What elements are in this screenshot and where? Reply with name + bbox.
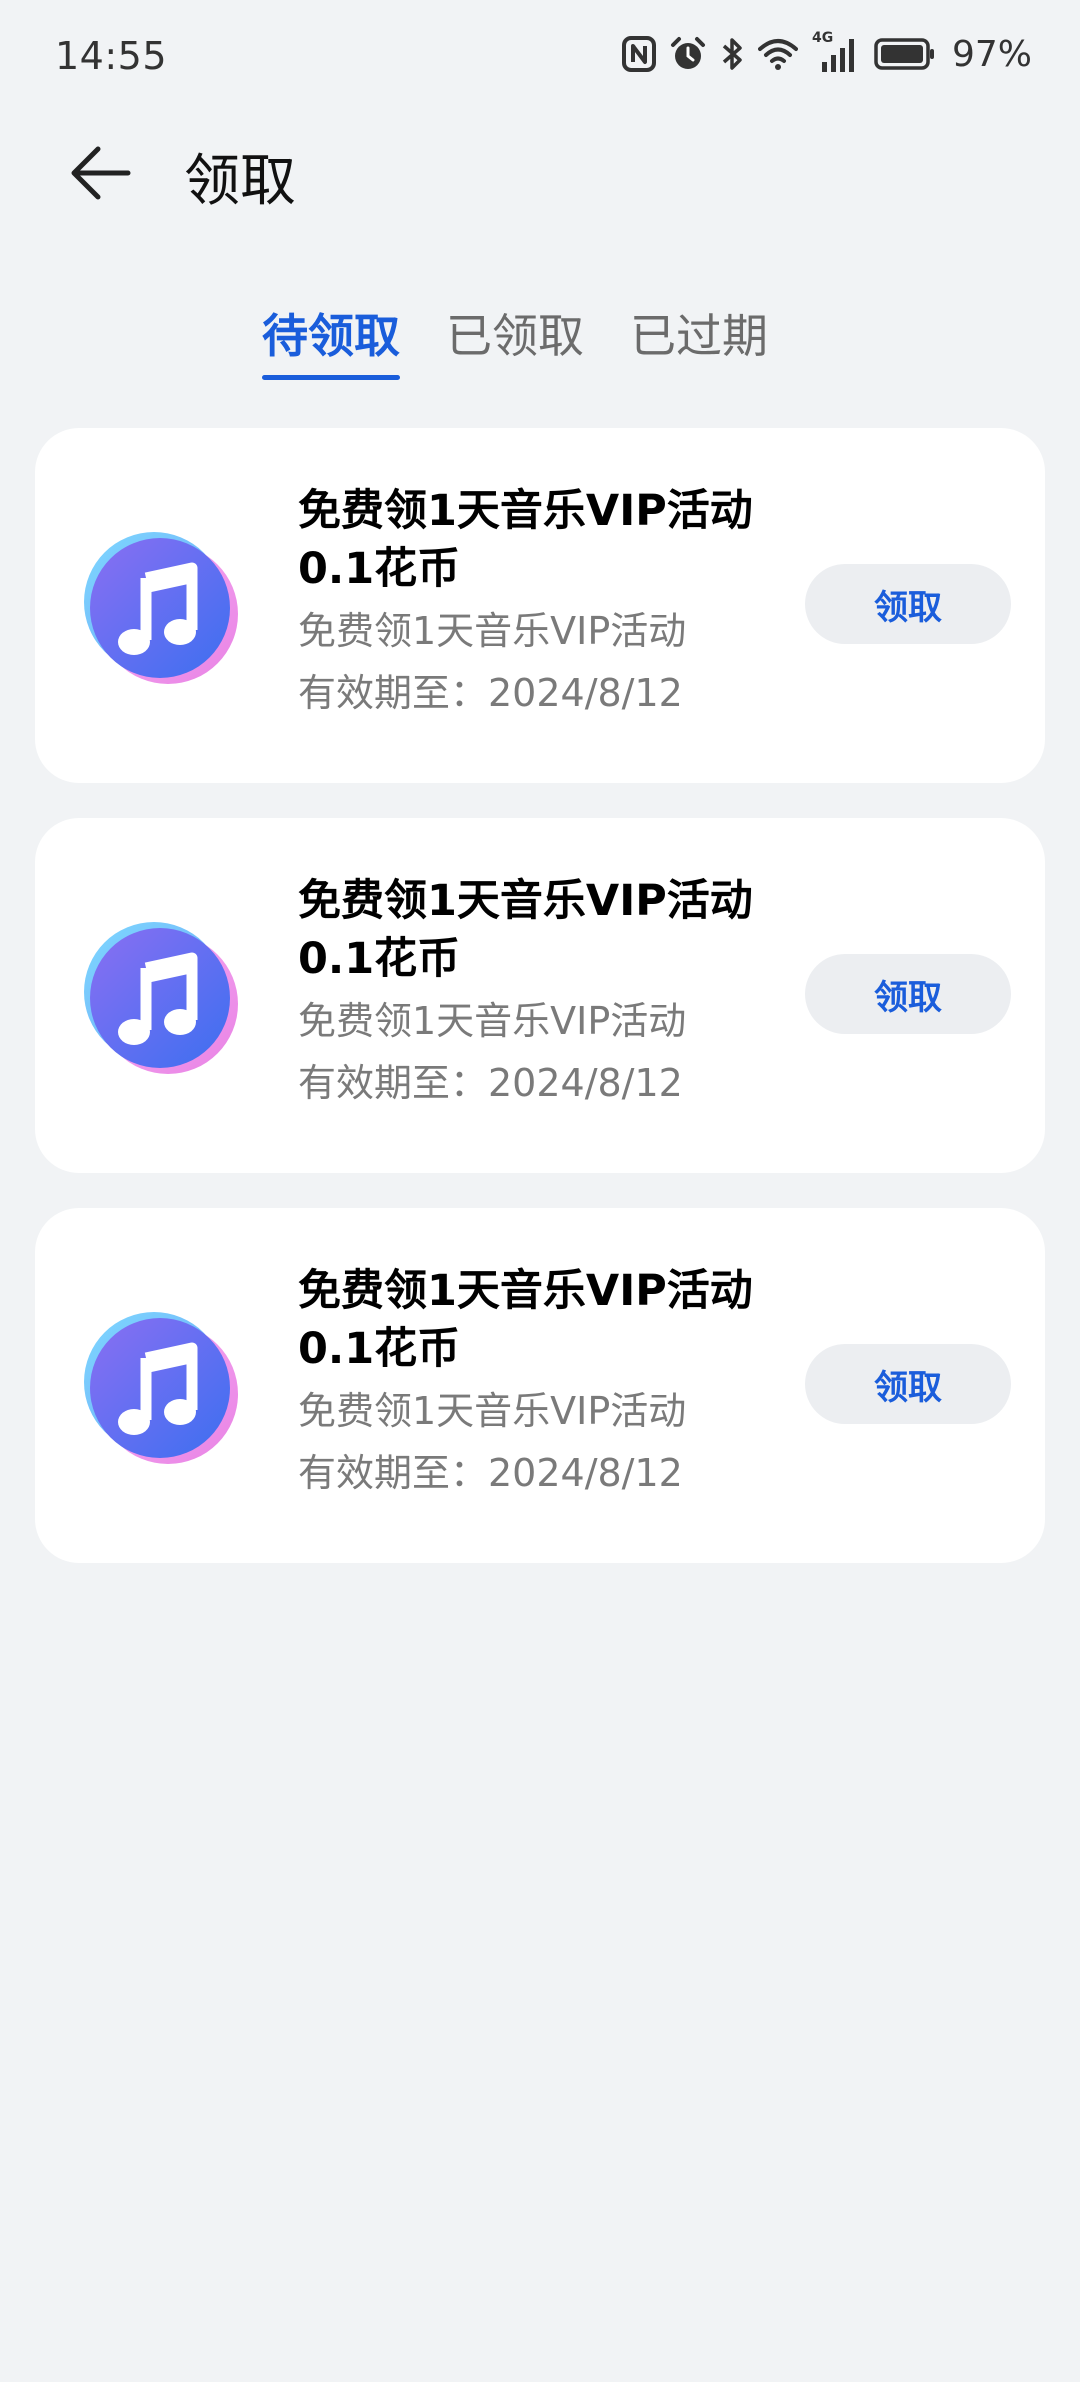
alarm-icon bbox=[670, 36, 706, 72]
nfc-icon bbox=[621, 36, 656, 72]
coupon-description: 免费领1天音乐VIP活动 bbox=[298, 1389, 687, 1433]
music-app-icon bbox=[80, 918, 240, 1078]
coupon-expiry: 有效期至：2024/8/12 bbox=[298, 671, 683, 715]
coupon-title: 免费领1天音乐VIP活动 0.1花币 bbox=[298, 1266, 753, 1374]
battery-percent: 97% bbox=[951, 33, 1032, 75]
wifi-icon bbox=[757, 37, 798, 71]
back-button[interactable] bbox=[66, 140, 136, 210]
tab-claimed[interactable]: 已领取 bbox=[446, 300, 584, 366]
tab-expired[interactable]: 已过期 bbox=[630, 300, 768, 366]
coupon-expiry: 有效期至：2024/8/12 bbox=[298, 1451, 683, 1495]
status-icons: 4G 97% bbox=[621, 30, 1032, 76]
bluetooth-icon bbox=[720, 36, 744, 72]
claim-button[interactable]: 领取 bbox=[805, 1344, 1011, 1424]
music-app-icon bbox=[80, 528, 240, 688]
tab-bar: 待领取 已领取 已过期 bbox=[0, 290, 1080, 390]
battery-icon bbox=[874, 37, 936, 71]
status-time: 14:55 bbox=[55, 34, 168, 78]
tab-pending[interactable]: 待领取 bbox=[262, 300, 400, 366]
claim-button[interactable]: 领取 bbox=[805, 564, 1011, 644]
coupon-expiry: 有效期至：2024/8/12 bbox=[298, 1061, 683, 1105]
coupon-description: 免费领1天音乐VIP活动 bbox=[298, 609, 687, 653]
music-app-icon bbox=[80, 1308, 240, 1468]
status-bar: 14:55 4G 97% bbox=[0, 0, 1080, 110]
coupon-description: 免费领1天音乐VIP活动 bbox=[298, 999, 687, 1043]
coupon-card: 免费领1天音乐VIP活动 0.1花币 免费领1天音乐VIP活动 有效期至：202… bbox=[35, 818, 1045, 1173]
page-title: 领取 bbox=[184, 149, 296, 214]
coupon-title: 免费领1天音乐VIP活动 0.1花币 bbox=[298, 486, 753, 594]
header: 领取 bbox=[0, 120, 1080, 220]
coupon-card: 免费领1天音乐VIP活动 0.1花币 免费领1天音乐VIP活动 有效期至：202… bbox=[35, 428, 1045, 783]
coupon-title: 免费领1天音乐VIP活动 0.1花币 bbox=[298, 876, 753, 984]
coupon-card: 免费领1天音乐VIP活动 0.1花币 免费领1天音乐VIP活动 有效期至：202… bbox=[35, 1208, 1045, 1563]
coupon-list: 免费领1天音乐VIP活动 0.1花币 免费领1天音乐VIP活动 有效期至：202… bbox=[35, 428, 1045, 1598]
active-tab-indicator bbox=[262, 375, 400, 380]
back-arrow-icon bbox=[70, 145, 132, 205]
claim-button[interactable]: 领取 bbox=[805, 954, 1011, 1034]
signal-icon: 4G bbox=[812, 30, 860, 74]
